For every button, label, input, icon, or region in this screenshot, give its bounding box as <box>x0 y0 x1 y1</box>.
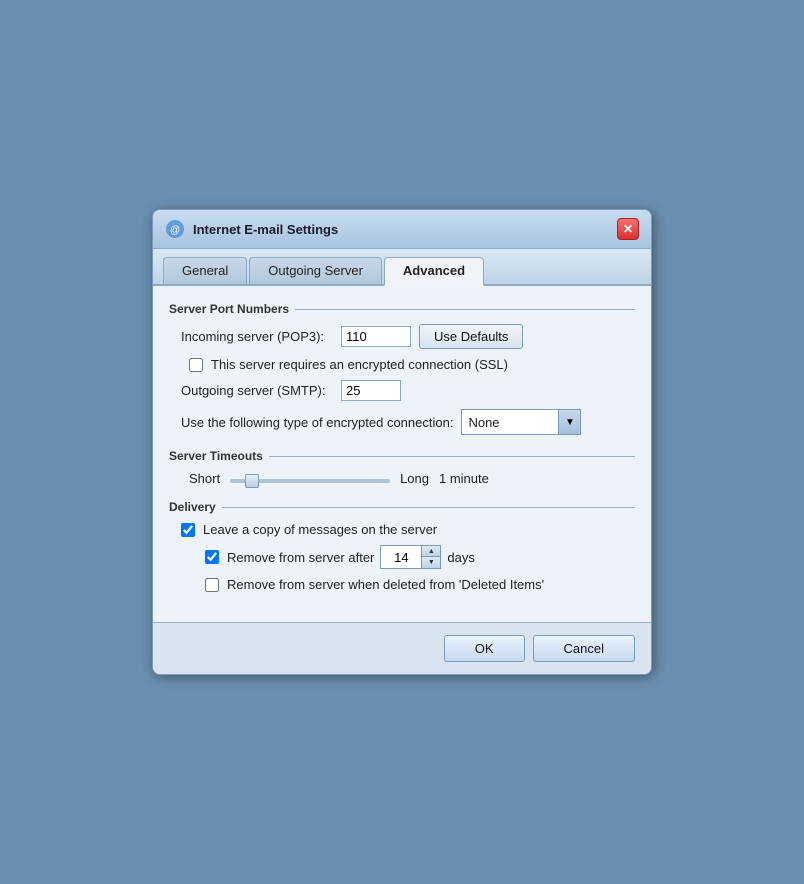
server-timeouts-section: Server Timeouts Short Long 1 minute <box>169 449 635 486</box>
tab-general[interactable]: General <box>163 257 247 284</box>
timeout-slider-container <box>230 471 390 486</box>
timeout-row: Short Long 1 minute <box>169 471 635 486</box>
encrypt-label: Use the following type of encrypted conn… <box>181 415 453 430</box>
long-label: Long <box>400 471 429 486</box>
days-input[interactable] <box>381 546 421 568</box>
outgoing-server-input[interactable] <box>341 380 401 401</box>
leave-copy-label: Leave a copy of messages on the server <box>203 522 437 537</box>
cancel-button[interactable]: Cancel <box>533 635 635 662</box>
ok-button[interactable]: OK <box>444 635 525 662</box>
ssl-label: This server requires an encrypted connec… <box>211 357 508 372</box>
remove-after-checkbox[interactable] <box>205 550 219 564</box>
timeout-slider[interactable] <box>230 479 390 483</box>
remove-deleted-row: Remove from server when deleted from 'De… <box>169 577 635 592</box>
outgoing-server-row: Outgoing server (SMTP): <box>169 380 635 401</box>
tab-advanced[interactable]: Advanced <box>384 257 484 286</box>
title-bar-left: @ Internet E-mail Settings <box>165 219 338 239</box>
encrypt-select-value: None <box>462 412 558 433</box>
outgoing-server-label: Outgoing server (SMTP): <box>181 383 341 398</box>
remove-after-label: Remove from server after ▲ ▼ days <box>227 545 475 569</box>
leave-copy-row: Leave a copy of messages on the server <box>169 522 635 537</box>
short-label: Short <box>189 471 220 486</box>
tabs-row: General Outgoing Server Advanced <box>153 249 651 286</box>
ssl-checkbox-row: This server requires an encrypted connec… <box>169 357 635 372</box>
spin-buttons: ▲ ▼ <box>421 546 440 568</box>
svg-text:@: @ <box>170 225 180 236</box>
encrypt-select[interactable]: None ▼ <box>461 409 581 435</box>
server-ports-title: Server Port Numbers <box>169 302 635 316</box>
ssl-checkbox[interactable] <box>189 358 203 372</box>
days-spinner[interactable]: ▲ ▼ <box>380 545 441 569</box>
dialog-footer: OK Cancel <box>153 622 651 674</box>
tab-outgoing[interactable]: Outgoing Server <box>249 257 382 284</box>
spin-down-button[interactable]: ▼ <box>422 557 440 568</box>
server-timeouts-title: Server Timeouts <box>169 449 635 463</box>
remove-deleted-label: Remove from server when deleted from 'De… <box>227 577 544 592</box>
remove-after-row: Remove from server after ▲ ▼ days <box>169 545 635 569</box>
dialog-window: @ Internet E-mail Settings ✕ General Out… <box>152 209 652 675</box>
leave-copy-checkbox[interactable] <box>181 523 195 537</box>
server-ports-section: Server Port Numbers Incoming server (POP… <box>169 302 635 435</box>
incoming-server-row: Incoming server (POP3): Use Defaults <box>169 324 635 349</box>
delivery-title: Delivery <box>169 500 635 514</box>
encrypt-row: Use the following type of encrypted conn… <box>169 409 635 435</box>
encrypt-dropdown-arrow[interactable]: ▼ <box>558 410 580 434</box>
title-bar: @ Internet E-mail Settings ✕ <box>153 210 651 249</box>
email-icon: @ <box>165 219 185 239</box>
window-title: Internet E-mail Settings <box>193 222 338 237</box>
spin-up-button[interactable]: ▲ <box>422 546 440 557</box>
timeout-value: 1 minute <box>439 471 489 486</box>
close-button[interactable]: ✕ <box>617 218 639 240</box>
tab-content: Server Port Numbers Incoming server (POP… <box>153 286 651 622</box>
use-defaults-button[interactable]: Use Defaults <box>419 324 523 349</box>
delivery-section: Delivery Leave a copy of messages on the… <box>169 500 635 592</box>
incoming-server-input[interactable] <box>341 326 411 347</box>
remove-deleted-checkbox[interactable] <box>205 578 219 592</box>
incoming-server-label: Incoming server (POP3): <box>181 329 341 344</box>
